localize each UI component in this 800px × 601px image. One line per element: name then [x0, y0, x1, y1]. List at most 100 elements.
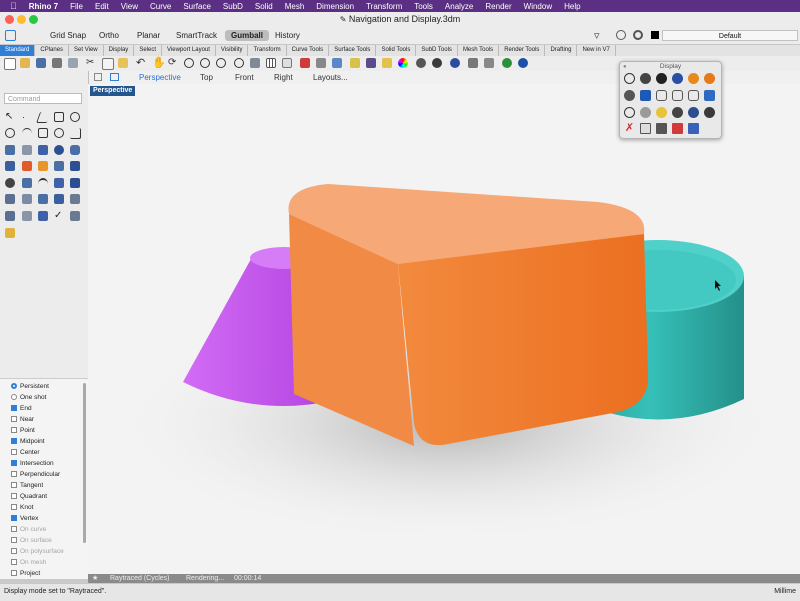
- osnap-perpendicular[interactable]: Perpendicular: [11, 469, 60, 479]
- tab-standard[interactable]: Standard: [0, 45, 36, 56]
- tab-transform[interactable]: Transform: [248, 45, 287, 56]
- pencil-icon[interactable]: [5, 228, 15, 238]
- checkbox-near[interactable]: [11, 416, 17, 422]
- light-icon[interactable]: [350, 58, 360, 68]
- paste-icon[interactable]: [118, 58, 128, 68]
- checkbox-vertex[interactable]: [11, 515, 17, 521]
- menu-subd[interactable]: SubD: [217, 2, 249, 11]
- checkbox-center[interactable]: [11, 449, 17, 455]
- zoom-selected-icon[interactable]: [234, 58, 244, 68]
- tab-display[interactable]: Display: [104, 45, 135, 56]
- monitor-icon[interactable]: [640, 123, 651, 134]
- shaded-globe-icon[interactable]: [640, 73, 651, 84]
- single-view-icon[interactable]: [110, 73, 119, 81]
- new-file-icon[interactable]: [4, 58, 16, 70]
- zoom-icon[interactable]: [184, 58, 194, 68]
- osnap-project[interactable]: Project: [11, 568, 40, 578]
- grid-layout-icon[interactable]: [94, 73, 102, 81]
- undo-circle-icon[interactable]: [616, 30, 626, 40]
- analyze-icon[interactable]: [70, 211, 80, 221]
- viewport-label[interactable]: Perspective: [90, 86, 136, 96]
- material-icon[interactable]: [366, 58, 376, 68]
- xray-icon[interactable]: [624, 90, 635, 101]
- fillet-curve-icon[interactable]: [70, 128, 81, 139]
- planar-toggle[interactable]: Planar: [131, 30, 166, 41]
- tab-top[interactable]: Top: [200, 72, 213, 83]
- osnap-persistent[interactable]: Persistent: [11, 381, 49, 391]
- checkbox-perpendicular[interactable]: [11, 471, 17, 477]
- menu-app[interactable]: Rhino 7: [23, 2, 64, 11]
- osnap-near[interactable]: Near: [11, 414, 34, 424]
- osnap-tangent[interactable]: Tangent: [11, 480, 43, 490]
- orange-box[interactable]: [288, 184, 649, 446]
- copy-icon[interactable]: [102, 58, 114, 70]
- rendered-sphere-icon[interactable]: [450, 58, 460, 68]
- circle-icon[interactable]: [5, 128, 15, 138]
- check-icon[interactable]: ✓: [54, 211, 64, 221]
- checkbox-quadrant[interactable]: [11, 493, 17, 499]
- menu-mesh[interactable]: Mesh: [279, 2, 311, 11]
- color-wheel-icon[interactable]: [398, 58, 408, 68]
- cplane-icon[interactable]: [332, 58, 342, 68]
- select-icon[interactable]: [300, 58, 310, 68]
- grid-array-icon[interactable]: [5, 211, 15, 221]
- technical-icon[interactable]: [640, 90, 651, 101]
- rotate-icon[interactable]: [54, 194, 64, 204]
- smarttrack-toggle[interactable]: SmartTrack: [170, 30, 223, 41]
- yellow-sphere-icon[interactable]: [656, 107, 667, 118]
- rendered-scene[interactable]: [88, 84, 800, 574]
- array-icon[interactable]: [5, 194, 15, 204]
- tab-right[interactable]: Right: [274, 72, 293, 83]
- curve-icon[interactable]: [54, 112, 64, 122]
- ellipse-icon[interactable]: [54, 128, 64, 138]
- tab-mesh-tools[interactable]: Mesh Tools: [458, 45, 500, 56]
- history-toggle[interactable]: History: [269, 30, 306, 41]
- raytraced-sphere-icon[interactable]: [704, 73, 715, 84]
- checkbox-knot[interactable]: [11, 504, 17, 510]
- move-icon[interactable]: [316, 58, 326, 68]
- camera-icon[interactable]: [656, 123, 667, 134]
- trim-icon[interactable]: [70, 161, 80, 171]
- osnap-scrollbar[interactable]: [83, 383, 86, 543]
- tab-set-view[interactable]: Set View: [69, 45, 104, 56]
- explode-icon[interactable]: [484, 58, 494, 68]
- checkbox-intersection[interactable]: [11, 460, 17, 466]
- pan-icon[interactable]: ✋: [152, 58, 166, 69]
- capsule-c-icon[interactable]: [688, 90, 699, 101]
- box-tool-icon[interactable]: [22, 178, 32, 188]
- checkbox-point[interactable]: [11, 427, 17, 433]
- gumball-toggle[interactable]: Gumball: [225, 30, 270, 41]
- apple-icon[interactable]: : [0, 1, 23, 11]
- osnap-midpoint[interactable]: Midpoint: [11, 436, 45, 446]
- units-label[interactable]: Millime: [774, 584, 796, 599]
- menu-window[interactable]: Window: [518, 2, 558, 11]
- rectangle-icon[interactable]: [38, 128, 48, 138]
- open-folder-icon[interactable]: [20, 58, 30, 68]
- tab-new-in-v7[interactable]: New in V7: [577, 45, 616, 56]
- filter-icon[interactable]: ▿: [594, 29, 600, 42]
- tab-select[interactable]: Select: [134, 45, 162, 56]
- layer-color-swatch[interactable]: [651, 31, 659, 39]
- tab-perspective[interactable]: Perspective: [139, 72, 181, 83]
- tab-render-tools[interactable]: Render Tools: [499, 45, 546, 56]
- dark-sphere-icon[interactable]: [672, 107, 683, 118]
- cut-icon[interactable]: ✂: [86, 58, 96, 68]
- zoom-window-icon[interactable]: [200, 58, 210, 68]
- capsule-b-icon[interactable]: [672, 90, 683, 101]
- tab-front[interactable]: Front: [235, 72, 254, 83]
- osnap-quadrant[interactable]: Quadrant: [11, 491, 47, 501]
- menu-edit[interactable]: Edit: [89, 2, 115, 11]
- boolean-icon[interactable]: [22, 161, 32, 171]
- print-icon[interactable]: [52, 58, 62, 68]
- target-circle-icon[interactable]: [633, 30, 643, 40]
- mirror-icon[interactable]: [22, 194, 32, 204]
- checkbox-project[interactable]: [11, 570, 17, 576]
- osnap-intersection[interactable]: Intersection: [11, 458, 54, 468]
- 4-view-icon[interactable]: [282, 58, 292, 68]
- checkbox-tangent[interactable]: [11, 482, 17, 488]
- menu-file[interactable]: File: [64, 2, 89, 11]
- surface-icon[interactable]: [5, 145, 15, 155]
- osnap-end[interactable]: End: [11, 403, 32, 413]
- tab-subd-tools[interactable]: SubD Tools: [416, 45, 458, 56]
- offset-icon[interactable]: [70, 194, 80, 204]
